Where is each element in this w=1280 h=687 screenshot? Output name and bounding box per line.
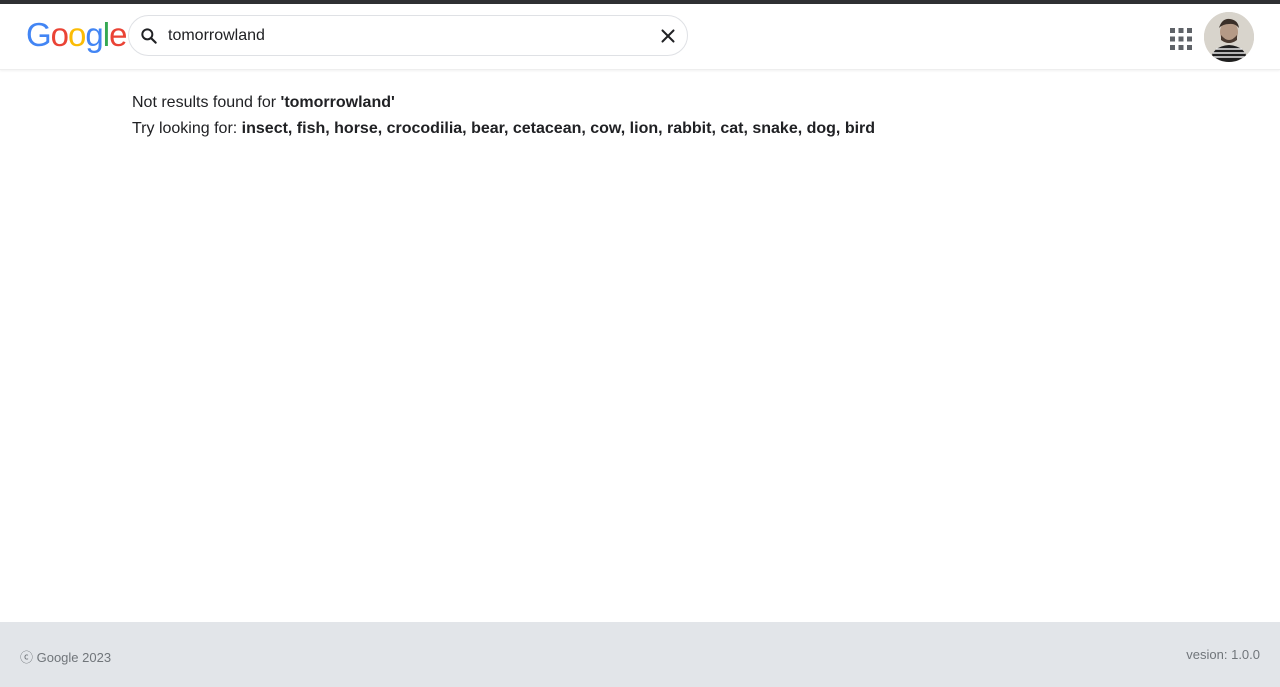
footer: ⓒ Google 2023 vesion: 1.0.0 [0, 622, 1280, 687]
no-results-prefix: Not results found for [132, 94, 281, 111]
footer-copyright: ⓒ Google 2023 [20, 650, 112, 665]
logo-letter: o [50, 16, 69, 53]
search-box [128, 15, 688, 56]
no-results-query: 'tomorrowland' [280, 94, 395, 111]
logo-letter: g [85, 16, 103, 53]
apps-grid-icon[interactable] [1169, 27, 1193, 51]
suggestions-message: Try looking for: insect, fish, horse, cr… [132, 116, 1132, 142]
logo-letter: o [68, 16, 86, 53]
footer-version: vesion: 1.0.0 [1186, 647, 1260, 662]
no-results-message: Not results found for 'tomorrowland' [132, 90, 1132, 116]
close-icon[interactable] [657, 25, 679, 47]
google-logo[interactable]: Google [26, 16, 127, 53]
search-input[interactable] [168, 23, 638, 49]
header: Google [0, 4, 1280, 70]
search-icon[interactable] [139, 26, 159, 46]
main-content: Not results found for 'tomorrowland' Try… [132, 90, 1132, 142]
logo-letter: G [26, 16, 52, 53]
logo-letter: e [109, 16, 127, 53]
suggestions-list: insect, fish, horse, crocodilia, bear, c… [241, 120, 876, 137]
avatar[interactable] [1204, 12, 1254, 62]
suggestions-prefix: Try looking for: [132, 120, 242, 137]
